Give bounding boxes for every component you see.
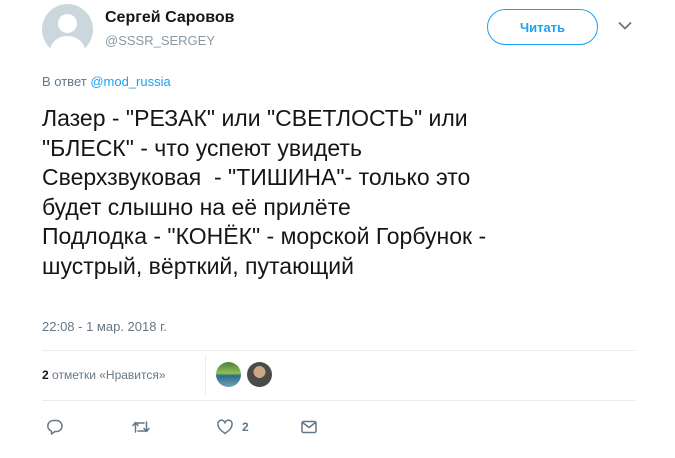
heart-icon xyxy=(217,419,233,435)
reply-prefix: В ответ xyxy=(42,74,87,89)
avatar-placeholder-body xyxy=(50,36,85,55)
reply-button[interactable] xyxy=(46,418,64,436)
author-name[interactable]: Сергей Саровов xyxy=(105,9,235,27)
divider xyxy=(42,350,635,351)
likes-summary[interactable]: 2 отметки «Нравится» xyxy=(42,368,166,382)
direct-message-button[interactable] xyxy=(300,418,318,436)
reply-icon xyxy=(47,419,63,435)
divider xyxy=(42,400,635,401)
retweet-icon xyxy=(132,421,150,433)
tweet-text-line: Сверхзвуковая - "ТИШИНА"- только это xyxy=(42,164,471,190)
author-avatar[interactable] xyxy=(42,4,93,55)
author-handle[interactable]: @SSSR_SERGEY xyxy=(105,33,215,48)
stats-separator xyxy=(205,355,206,395)
chevron-down-icon[interactable] xyxy=(618,21,632,31)
direct-message-icon xyxy=(301,420,317,434)
tweet-text: Лазер - "РЕЗАК" или "СВЕТЛОСТЬ" или "БЛЕ… xyxy=(42,104,642,281)
reply-context: В ответ @mod_russia xyxy=(42,74,171,89)
likes-count: 2 xyxy=(42,368,49,382)
liker-avatar[interactable] xyxy=(216,362,241,387)
retweet-button[interactable] xyxy=(131,418,151,436)
liker-avatar[interactable] xyxy=(247,362,272,387)
tweet-text-line: Лазер - "РЕЗАК" или "СВЕТЛОСТЬ" или xyxy=(42,105,468,131)
likes-label: отметки «Нравится» xyxy=(52,368,166,382)
like-button[interactable]: 2 xyxy=(216,418,249,436)
reply-mention-link[interactable]: @mod_russia xyxy=(90,74,170,89)
follow-button[interactable]: Читать xyxy=(487,9,598,45)
avatar-placeholder-head xyxy=(58,14,77,33)
tweet-text-line: будет слышно на её прилёте xyxy=(42,193,351,220)
tweet-text-line: Подлодка - "КОНЁК" - морской Горбунок - xyxy=(42,223,487,249)
tweet-text-line: "БЛЕСК" - что успеют увидеть xyxy=(42,134,362,161)
like-count: 2 xyxy=(242,420,249,434)
tweet-timestamp[interactable]: 22:08 - 1 мар. 2018 г. xyxy=(42,319,167,334)
tweet-text-line: шустрый, вёрткий, путающий xyxy=(42,252,354,279)
